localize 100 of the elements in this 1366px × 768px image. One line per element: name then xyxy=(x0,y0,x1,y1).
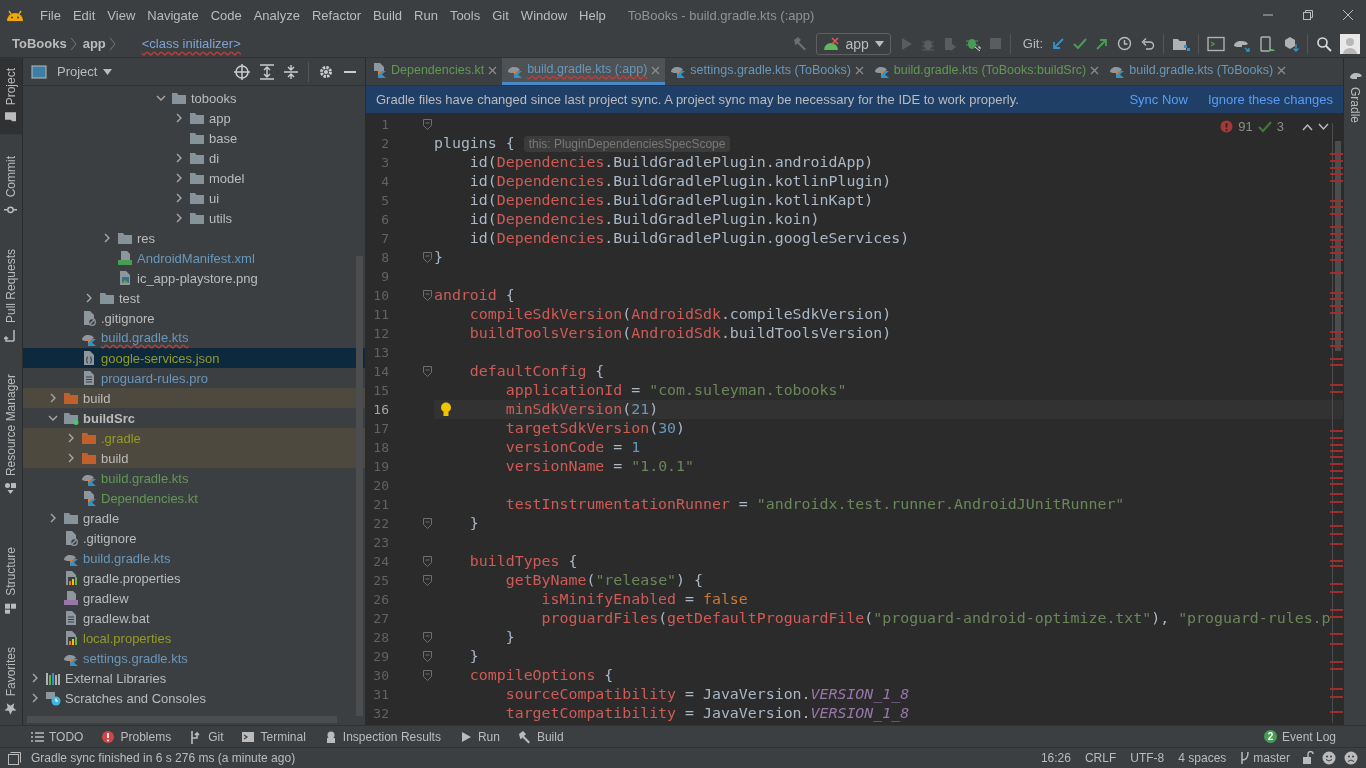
tree-row[interactable]: model xyxy=(23,168,365,188)
tree-row[interactable]: test xyxy=(23,288,365,308)
check-icon[interactable] xyxy=(1257,120,1272,133)
chevron-down-icon[interactable] xyxy=(1318,122,1329,131)
smile-icon[interactable] xyxy=(1322,751,1336,765)
fold-icon[interactable] xyxy=(423,252,432,263)
fold-icon[interactable] xyxy=(423,651,432,662)
restore-icon[interactable] xyxy=(1302,9,1314,21)
tool-window-tab[interactable]: Resource Manager xyxy=(0,363,22,505)
close-icon[interactable] xyxy=(854,65,864,75)
tool-window-tab[interactable]: Commit xyxy=(0,146,22,227)
tree-row[interactable]: build.gradle.kts xyxy=(23,328,365,348)
scrollbar[interactable] xyxy=(356,256,363,716)
tree-row[interactable]: gradle xyxy=(23,508,365,528)
tool-window-button[interactable]: Git xyxy=(189,729,224,744)
menu-item[interactable]: Analyze xyxy=(247,7,306,23)
tree-row[interactable]: .gitignore xyxy=(23,528,365,548)
fold-icon[interactable] xyxy=(423,290,432,301)
expand-all-icon[interactable] xyxy=(260,63,274,80)
indent-setting[interactable]: 4 spaces xyxy=(1176,751,1229,765)
update-arrow-icon[interactable] xyxy=(1051,36,1065,51)
close-icon[interactable] xyxy=(1277,65,1287,75)
tool-window-button[interactable]: Problems xyxy=(101,729,172,744)
tree-row[interactable]: utils xyxy=(23,208,365,228)
tree-row[interactable]: proguard-rules.pro xyxy=(23,368,365,388)
push-arrow-icon[interactable] xyxy=(1095,36,1109,51)
close-icon[interactable] xyxy=(1342,9,1354,21)
lightbulb-icon[interactable] xyxy=(440,402,452,417)
tree-row[interactable]: res xyxy=(23,228,365,248)
chevron-up-icon[interactable] xyxy=(1302,122,1313,131)
tool-window-button[interactable]: TODO xyxy=(30,729,84,744)
menu-item[interactable]: Window xyxy=(514,7,574,23)
breadcrumb[interactable]: ToBooks xyxy=(12,36,67,51)
search-icon[interactable] xyxy=(1316,35,1332,52)
tree-row[interactable]: External Libraries xyxy=(23,668,365,688)
tool-window-tab[interactable]: Structure xyxy=(0,536,22,625)
locate-icon[interactable] xyxy=(234,63,250,80)
menu-item[interactable]: Refactor xyxy=(305,7,368,23)
tool-window-tab[interactable]: Pull Requests xyxy=(0,238,22,352)
tree-row[interactable]: app xyxy=(23,108,365,128)
tool-window-tab[interactable]: Gradle xyxy=(1344,58,1366,134)
tree-row[interactable]: local.properties xyxy=(23,628,365,648)
editor-tab[interactable]: build.gradle.kts (ToBooks:buildSrc) xyxy=(868,58,1105,85)
toggle-panel-icon[interactable] xyxy=(8,751,21,765)
tree-row[interactable]: Scratches and Consoles xyxy=(23,688,365,708)
line-separator[interactable]: CRLF xyxy=(1082,751,1119,765)
menu-item[interactable]: Code xyxy=(204,7,248,23)
menu-item[interactable]: Build xyxy=(367,7,408,23)
menu-item[interactable]: View xyxy=(101,7,142,23)
tool-window-tab[interactable]: Project xyxy=(0,58,22,135)
menu-item[interactable]: File xyxy=(34,7,67,23)
tool-window-tab[interactable]: Favorites xyxy=(0,636,22,725)
tree-row[interactable]: gradlew.bat xyxy=(23,608,365,628)
close-icon[interactable] xyxy=(1090,65,1100,75)
device-icon[interactable] xyxy=(1259,35,1275,52)
settings-icon[interactable] xyxy=(319,64,333,79)
tool-window-button[interactable]: Run xyxy=(458,729,500,744)
tree-row[interactable]: build xyxy=(23,388,365,408)
menu-item[interactable]: Run xyxy=(408,7,444,23)
tree-row[interactable]: Dependencies.kt xyxy=(23,488,365,508)
avatar-icon[interactable] xyxy=(1340,33,1360,54)
tree-row[interactable]: .gradle xyxy=(23,428,365,448)
fold-icon[interactable] xyxy=(423,670,432,681)
tree-row[interactable]: ic_app-playstore.png xyxy=(23,268,365,288)
undo-icon[interactable] xyxy=(1140,36,1155,51)
collapse-all-icon[interactable] xyxy=(284,63,298,80)
tree-row[interactable]: build.gradle.kts xyxy=(23,548,365,568)
unlock-icon[interactable] xyxy=(1302,751,1314,765)
fold-icon[interactable] xyxy=(423,366,432,377)
menu-item[interactable]: Navigate xyxy=(141,7,205,23)
tree-row[interactable]: gradlew xyxy=(23,588,365,608)
editor-tab[interactable]: Dependencies.kt xyxy=(366,58,503,85)
fold-icon[interactable] xyxy=(423,119,432,130)
close-icon[interactable] xyxy=(488,65,498,75)
tree-row[interactable]: tobooks xyxy=(23,88,365,108)
tree-row[interactable]: .gitignore xyxy=(23,308,365,328)
fold-icon[interactable] xyxy=(423,518,432,529)
branch-widget[interactable]: master xyxy=(1238,751,1292,765)
tool-window-button[interactable]: Build xyxy=(517,729,564,744)
tree-row[interactable]: gradle.properties xyxy=(23,568,365,588)
context-link[interactable]: <class initializer> xyxy=(141,36,241,51)
tree-row[interactable]: settings.gradle.kts xyxy=(23,648,365,668)
editor-tab[interactable]: settings.gradle.kts (ToBooks) xyxy=(665,58,869,85)
tree-row[interactable]: di xyxy=(23,148,365,168)
breadcrumb[interactable]: app xyxy=(82,36,106,51)
file-encoding[interactable]: UTF-8 xyxy=(1128,751,1167,765)
tree-row[interactable]: AndroidManifest.xml xyxy=(23,248,365,268)
run-configuration-dropdown[interactable]: app xyxy=(816,32,891,55)
tree-row[interactable]: build xyxy=(23,448,365,468)
editor-tab[interactable]: build.gradle.kts (ToBooks) xyxy=(1104,58,1292,85)
menu-item[interactable]: Edit xyxy=(66,7,102,23)
check-icon[interactable] xyxy=(1073,36,1087,51)
view-selector-dropdown[interactable]: Project xyxy=(57,64,113,79)
terminal-window-icon[interactable] xyxy=(1207,35,1225,52)
tree-row[interactable]: buildSrc xyxy=(23,408,365,428)
event-log-button[interactable]: 2 Event Log xyxy=(1263,729,1336,744)
fold-icon[interactable] xyxy=(423,632,432,643)
menu-item[interactable]: Tools xyxy=(443,7,487,23)
tree-row[interactable]: base xyxy=(23,128,365,148)
notification-link[interactable]: Sync Now xyxy=(1129,92,1188,107)
